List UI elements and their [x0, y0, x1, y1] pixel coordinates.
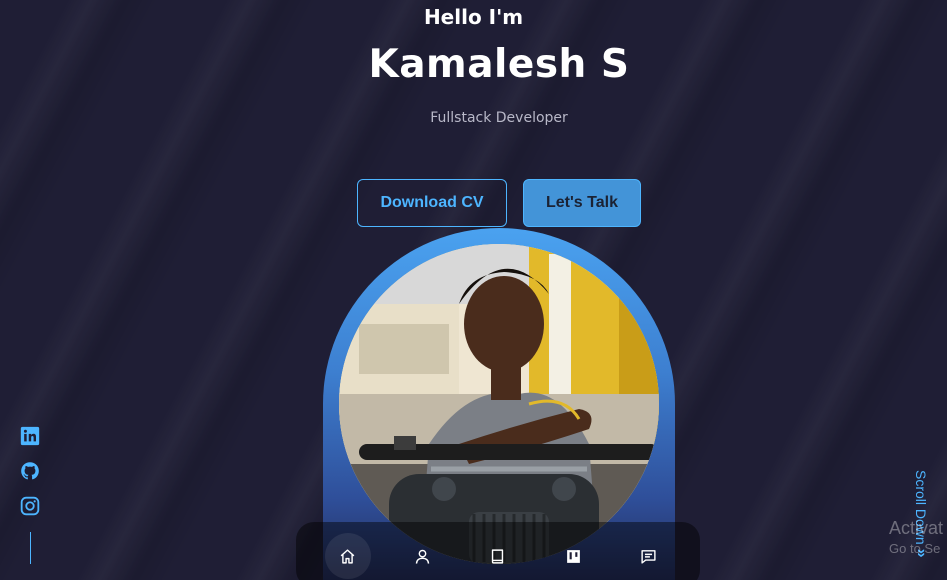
bottom-nav — [296, 522, 700, 580]
home-icon — [340, 548, 355, 564]
social-links — [20, 426, 42, 531]
hero-role: Fullstack Developer — [430, 110, 568, 126]
nav-item-home[interactable] — [324, 533, 371, 579]
user-icon — [416, 549, 430, 564]
github-icon[interactable] — [20, 461, 40, 481]
watermark-title: Activat — [889, 518, 944, 538]
nav-item-portfolio[interactable] — [550, 533, 596, 579]
nav-item-experience[interactable] — [475, 533, 521, 579]
portfolio-icon — [566, 549, 580, 563]
profile-photo — [339, 244, 659, 564]
instagram-icon[interactable] — [20, 496, 40, 516]
download-cv-button[interactable]: Download CV — [357, 179, 507, 227]
hero-greeting: Hello I'm — [423, 5, 524, 29]
hero-name: Kamalesh S — [368, 42, 630, 87]
message-icon — [641, 549, 656, 564]
nav-item-contact[interactable] — [625, 533, 671, 579]
lets-talk-button[interactable]: Let's Talk — [523, 179, 641, 227]
social-divider-line — [30, 532, 31, 564]
book-icon — [492, 548, 504, 564]
linkedin-icon[interactable] — [20, 426, 40, 446]
activation-watermark: Activat Go to Se — [889, 518, 943, 556]
nav-item-about[interactable] — [400, 533, 446, 579]
watermark-subtitle: Go to Se — [889, 541, 941, 556]
